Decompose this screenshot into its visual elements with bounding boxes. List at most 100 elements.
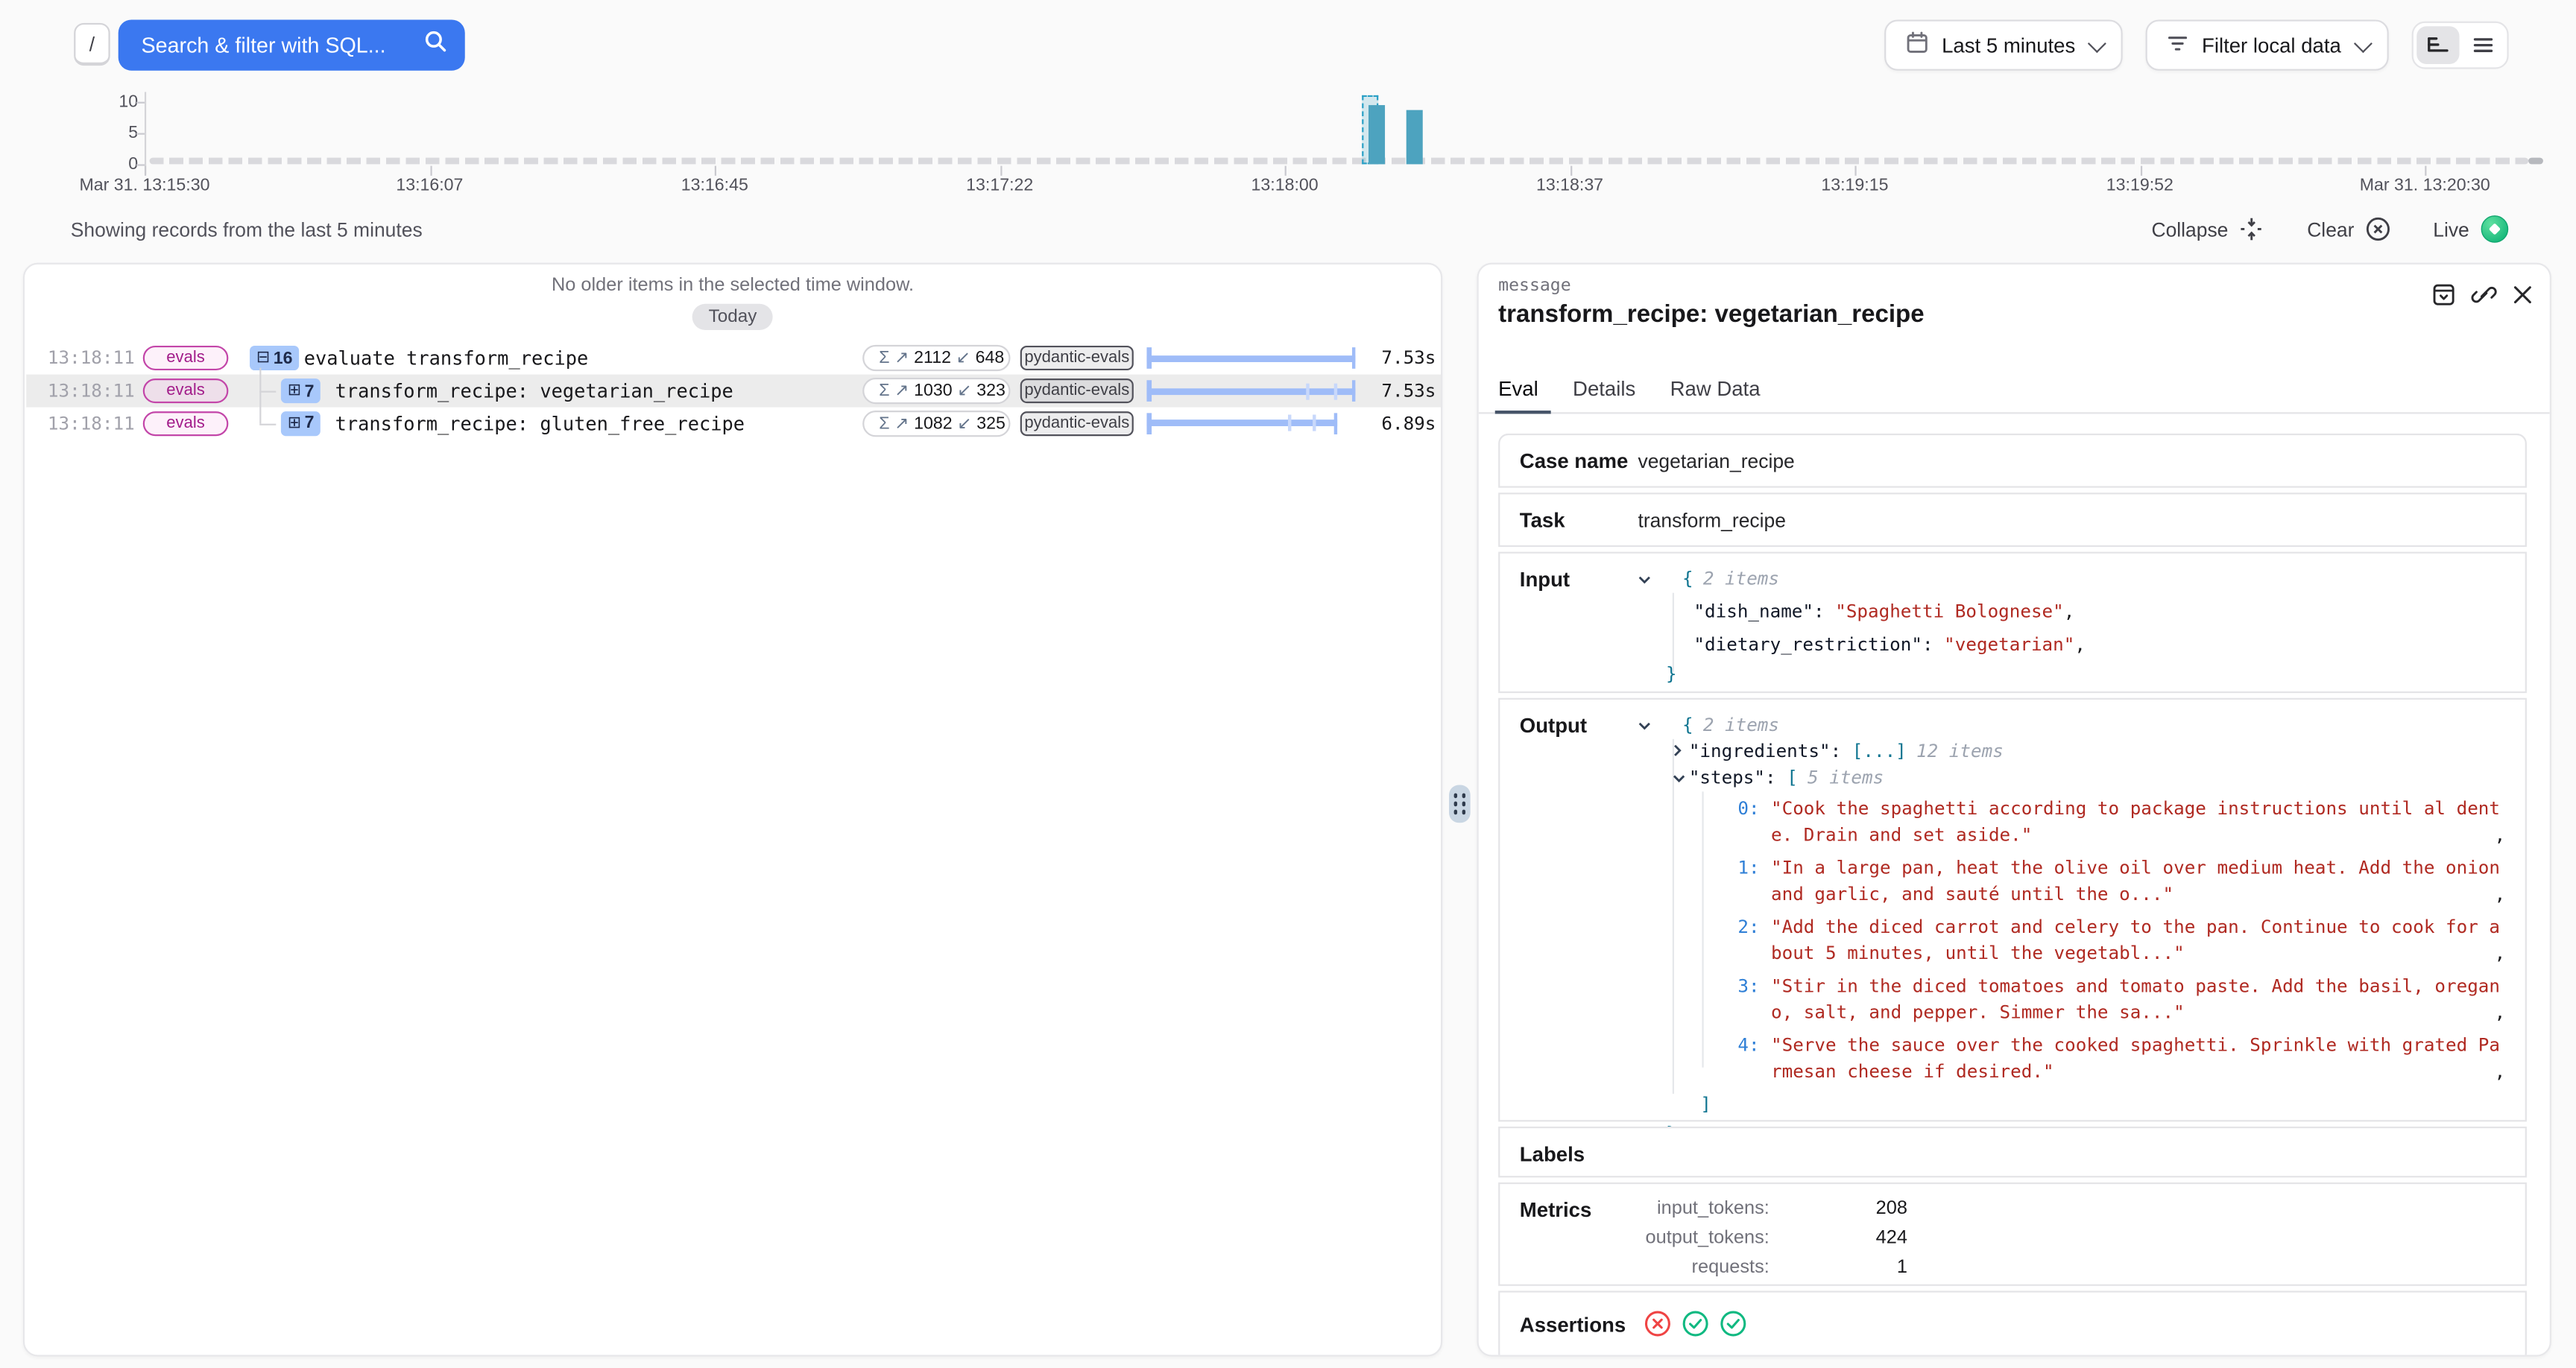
span-count-toggle[interactable]: ⊞7: [281, 379, 321, 403]
x-tick-label: 13:18:37: [1536, 176, 1603, 195]
case-name-label: Case name: [1520, 450, 1629, 473]
clear-button[interactable]: Clear: [2307, 217, 2390, 241]
time-range-label: Last 5 minutes: [1942, 34, 2075, 57]
chevron-down-icon[interactable]: [1638, 713, 1654, 739]
token-usage-badge[interactable]: Σ ↗1030 ↙323: [862, 378, 1010, 404]
tokens-in: 2112: [914, 349, 951, 368]
step-item: 4:"Serve the sauce over the cooked spagh…: [1725, 1033, 2508, 1083]
assertions-label: Assertions: [1520, 1314, 1626, 1337]
collapse-label: Collapse: [2151, 218, 2228, 241]
output-label: Output: [1520, 715, 1587, 738]
scope-badge[interactable]: pydantic-evals: [1020, 411, 1134, 436]
collapse-square-icon: ⊟: [256, 349, 270, 367]
records-histogram[interactable]: 10 5 0 Mar 31. 13:15:30 13:16:07 13:16:4…: [0, 86, 2576, 204]
duration-bar: [1146, 380, 1355, 402]
tokens-in: 1030: [914, 381, 952, 400]
clear-label: Clear: [2307, 218, 2354, 241]
tree-view-button[interactable]: [2416, 26, 2459, 64]
search-input[interactable]: Search & filter with SQL...: [119, 19, 465, 70]
arrow-in-icon: ↗: [894, 349, 909, 368]
metrics-label: Metrics: [1520, 1199, 1591, 1222]
x-tick-label: 13:18:00: [1251, 176, 1319, 195]
tokens-out: 323: [976, 381, 1006, 400]
task-value: transform_recipe: [1638, 509, 1785, 532]
live-label: Live: [2433, 218, 2469, 241]
case-name-value: vegetarian_recipe: [1638, 450, 1794, 473]
search-placeholder: Search & filter with SQL...: [142, 33, 424, 57]
tab-details[interactable]: Details: [1573, 367, 1635, 413]
step-item: 3:"Stir in the diced tomatoes and tomato…: [1725, 974, 2508, 1025]
x-tick-label: 13:16:07: [396, 176, 463, 195]
tag-badge-evals[interactable]: evals: [143, 346, 229, 371]
trace-row[interactable]: 13:18:11 evals ⊟16 evaluate transform_re…: [26, 343, 1442, 375]
metric-row: output_tokens:424: [1638, 1223, 1907, 1253]
tab-eval[interactable]: Eval: [1498, 367, 1538, 413]
arrow-in-icon: ↗: [894, 414, 909, 433]
span-count-toggle[interactable]: ⊟16: [250, 346, 299, 371]
tokens-out: 648: [976, 349, 1005, 368]
section-output: Output {2 items "ingredients": [...]12 i…: [1498, 698, 2527, 1122]
section-input: Input {2 items "dish_name": "Spaghetti B…: [1498, 552, 2527, 694]
histogram-bar[interactable]: [1368, 104, 1384, 164]
chevron-down-icon[interactable]: [1638, 566, 1654, 592]
chevron-right-icon[interactable]: [1673, 739, 1689, 765]
search-icon: [424, 30, 447, 61]
live-toggle[interactable]: Live: [2433, 215, 2508, 243]
tree-view-icon: [2426, 34, 2449, 56]
archive-box-icon[interactable]: [2431, 282, 2456, 307]
filter-icon: [2168, 32, 2189, 58]
tag-badge-evals[interactable]: evals: [143, 411, 229, 436]
duration-text: 6.89s: [1381, 413, 1436, 434]
metric-row: requests:1: [1638, 1253, 1907, 1283]
row-timestamp: 13:18:11: [48, 413, 135, 434]
tag-badge-evals[interactable]: evals: [143, 379, 229, 403]
scope-badge[interactable]: pydantic-evals: [1020, 379, 1134, 403]
assertion-pass-icon[interactable]: [1682, 1311, 1708, 1337]
close-icon[interactable]: [2512, 284, 2534, 305]
tab-raw-data[interactable]: Raw Data: [1670, 367, 1761, 413]
histogram-bar[interactable]: [1406, 110, 1422, 164]
row-timestamp: 13:18:11: [48, 380, 135, 402]
trace-row-selected[interactable]: 13:18:11 evals ⊞7 transform_recipe: vege…: [26, 375, 1442, 407]
scope-badge[interactable]: pydantic-evals: [1020, 346, 1134, 371]
x-tick-label: Mar 31. 13:15:30: [79, 176, 209, 195]
task-label: Task: [1520, 509, 1565, 532]
panel-resize-handle[interactable]: [1449, 785, 1471, 823]
metric-row: input_tokens:208: [1638, 1194, 1907, 1223]
time-range-dropdown[interactable]: Last 5 minutes: [1884, 19, 2123, 70]
output-json-tree: {2 items "ingredients": [...]12 items "s…: [1638, 713, 2508, 1148]
section-labels: Labels: [1498, 1127, 2527, 1177]
duration-bar: [1146, 348, 1355, 370]
arrow-out-icon: ↙: [956, 349, 970, 368]
span-count: 7: [305, 381, 315, 400]
y-tick-label: 0: [72, 153, 138, 173]
section-case-name: Case name vegetarian_recipe: [1498, 434, 2527, 488]
detail-panel: message transform_recipe: vegetarian_rec…: [1477, 263, 2551, 1357]
assertion-pass-icon[interactable]: [1720, 1311, 1746, 1337]
step-item: 1:"In a large pan, heat the olive oil ov…: [1725, 855, 2508, 906]
copy-link-icon[interactable]: [2471, 282, 2497, 307]
current-time-dash: [2528, 157, 2543, 164]
filter-label: Filter local data: [2202, 34, 2341, 57]
list-view-icon: [2472, 34, 2493, 56]
showing-records-text: Showing records from the last 5 minutes: [71, 218, 423, 241]
empty-buckets-dashes: [150, 157, 2529, 164]
chevron-down-icon[interactable]: [1673, 765, 1689, 791]
sigma-icon: Σ: [879, 381, 889, 400]
token-usage-badge[interactable]: Σ ↗1082 ↙325: [862, 410, 1010, 436]
live-status-icon: [2481, 215, 2508, 243]
assertion-fail-icon[interactable]: [1644, 1311, 1670, 1337]
collapse-button[interactable]: Collapse: [2151, 217, 2264, 241]
trace-row[interactable]: 13:18:11 evals ⊞7 transform_recipe: glut…: [26, 407, 1442, 439]
arrow-out-icon: ↙: [957, 414, 971, 433]
duration-text: 7.53s: [1381, 380, 1436, 402]
x-tick-label: 13:19:15: [1821, 176, 1888, 195]
expand-square-icon: ⊞: [288, 414, 301, 432]
empty-window-notice: No older items in the selected time wind…: [25, 276, 1441, 295]
tokens-in: 1082: [914, 414, 952, 433]
span-count-toggle[interactable]: ⊞7: [281, 411, 321, 436]
date-pill[interactable]: Today: [692, 304, 774, 330]
filter-local-data-dropdown[interactable]: Filter local data: [2146, 19, 2389, 70]
token-usage-badge[interactable]: Σ ↗2112 ↙648: [862, 346, 1010, 372]
list-view-button[interactable]: [2461, 26, 2504, 64]
